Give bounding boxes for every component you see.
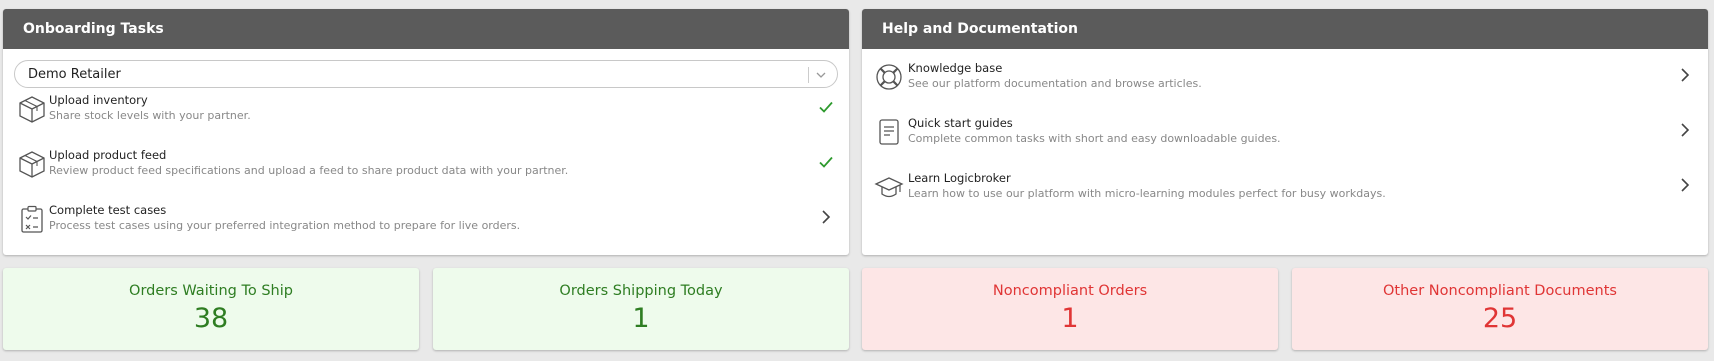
package-box-icon — [19, 96, 45, 123]
onboarding-tasks-panel: Onboarding Tasks Demo Retailer Upload in… — [3, 9, 849, 255]
partner-select[interactable]: Demo Retailer — [14, 60, 838, 88]
stat-orders-waiting-to-ship[interactable]: Orders Waiting To Ship 38 — [3, 268, 419, 350]
help-documentation-panel: Help and Documentation Knowledge base Se… — [862, 9, 1708, 255]
help-item-quick-start-guides[interactable]: Quick start guides Complete common tasks… — [862, 115, 1708, 169]
task-title: Upload inventory — [49, 93, 148, 107]
chevron-right-icon[interactable] — [1676, 66, 1694, 84]
help-item-description: Complete common tasks with short and eas… — [908, 132, 1281, 145]
stat-value: 1 — [1061, 303, 1079, 334]
help-item-learn-logicbroker[interactable]: Learn Logicbroker Learn how to use our p… — [862, 170, 1708, 224]
chevron-right-icon[interactable] — [817, 208, 835, 226]
help-panel-title: Help and Documentation — [862, 9, 1708, 49]
task-upload-inventory[interactable]: Upload inventory Share stock levels with… — [3, 92, 849, 146]
task-upload-product-feed[interactable]: Upload product feed Review product feed … — [3, 147, 849, 201]
select-separator — [808, 67, 809, 83]
help-item-description: Learn how to use our platform with micro… — [908, 187, 1386, 200]
stat-label: Orders Waiting To Ship — [129, 283, 293, 299]
package-box-icon — [19, 151, 45, 178]
partner-select-value: Demo Retailer — [28, 66, 121, 82]
task-description: Review product feed specifications and u… — [49, 164, 569, 177]
stat-label: Noncompliant Orders — [992, 283, 1148, 299]
stat-value: 25 — [1482, 303, 1518, 334]
chevron-down-icon[interactable] — [813, 67, 829, 83]
stat-noncompliant-orders[interactable]: Noncompliant Orders 1 — [862, 268, 1278, 350]
help-item-title: Learn Logicbroker — [908, 171, 1011, 185]
chevron-right-icon[interactable] — [1676, 176, 1694, 194]
chevron-right-icon[interactable] — [1676, 121, 1694, 139]
graduation-cap-icon — [874, 177, 904, 198]
help-item-description: See our platform documentation and brows… — [908, 77, 1202, 90]
checkmark-icon — [819, 101, 833, 113]
task-title: Complete test cases — [49, 203, 167, 217]
stat-orders-shipping-today[interactable]: Orders Shipping Today 1 — [433, 268, 849, 350]
help-item-title: Quick start guides — [908, 116, 1013, 130]
task-description: Share stock levels with your partner. — [49, 109, 251, 122]
stat-value: 1 — [632, 303, 650, 334]
help-item-knowledge-base[interactable]: Knowledge base See our platform document… — [862, 60, 1708, 114]
clipboard-checklist-icon — [21, 205, 43, 233]
task-title: Upload product feed — [49, 148, 167, 162]
stat-label: Orders Shipping Today — [559, 283, 723, 299]
help-item-title: Knowledge base — [908, 61, 1003, 75]
onboarding-panel-title: Onboarding Tasks — [3, 9, 849, 49]
task-complete-test-cases[interactable]: Complete test cases Process test cases u… — [3, 202, 849, 255]
lifebuoy-icon — [876, 64, 902, 90]
stat-other-noncompliant-documents[interactable]: Other Noncompliant Documents 25 — [1292, 268, 1708, 350]
task-description: Process test cases using your preferred … — [49, 219, 521, 232]
stat-value: 38 — [193, 303, 229, 334]
document-icon — [879, 119, 899, 145]
checkmark-icon — [819, 156, 833, 168]
stat-label: Other Noncompliant Documents — [1383, 283, 1617, 299]
